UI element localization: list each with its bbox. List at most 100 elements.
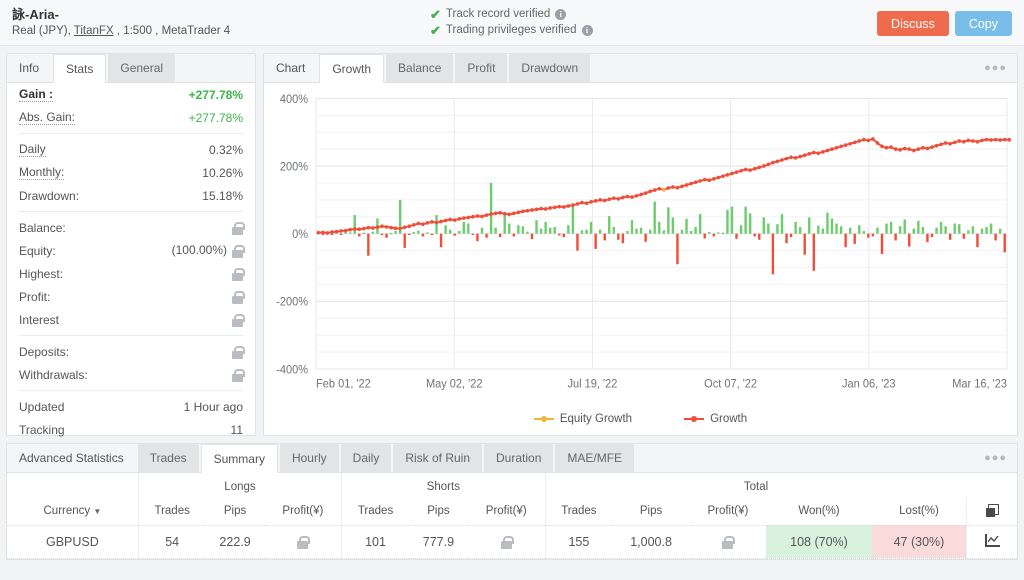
col-actions xyxy=(967,497,1018,525)
tab-drawdown[interactable]: Drawdown xyxy=(509,54,590,82)
group-header-blank xyxy=(7,473,138,497)
col-shorts-profit[interactable]: Profit(¥) xyxy=(468,497,545,525)
stats-list: Gain :+277.78%Abs. Gain:+277.78%Daily0.3… xyxy=(7,83,255,441)
stat-label: Interest xyxy=(19,313,59,327)
table-column-header-row: Currency ▼ Trades Pips Profit(¥) Trades … xyxy=(7,497,1017,525)
lock-icon xyxy=(232,314,243,327)
copy-layers-icon[interactable] xyxy=(986,504,999,517)
tab-stats[interactable]: Stats xyxy=(53,54,106,83)
table-group-header-row: Longs Shorts Total xyxy=(7,473,1017,497)
tab-summary[interactable]: Summary xyxy=(201,444,278,473)
stat-label: Tracking xyxy=(19,423,65,437)
lock-icon xyxy=(232,245,243,258)
legend-label: Equity Growth xyxy=(560,413,632,425)
group-header-shorts: Shorts xyxy=(342,473,545,497)
svg-text:400%: 400% xyxy=(280,93,308,106)
col-total-profit[interactable]: Profit(¥) xyxy=(690,497,766,525)
svg-text:Jul 19, '22: Jul 19, '22 xyxy=(568,378,618,391)
cell-actions xyxy=(967,525,1018,558)
lock-icon xyxy=(232,222,243,235)
stats-divider xyxy=(19,133,243,134)
more-options-icon[interactable]: ●●● xyxy=(984,63,1007,73)
info-icon[interactable]: i xyxy=(582,25,593,36)
stat-value xyxy=(232,220,243,234)
tab-chart[interactable]: Chart xyxy=(264,54,317,82)
stat-row: Balance: xyxy=(19,216,243,239)
info-icon[interactable]: i xyxy=(555,9,566,20)
cell-total-profit xyxy=(690,525,766,558)
col-total-pips[interactable]: Pips xyxy=(612,497,690,525)
stat-value xyxy=(232,344,243,358)
line-chart-icon[interactable] xyxy=(985,534,1000,547)
tab-trades[interactable]: Trades xyxy=(138,444,199,472)
tab-daily[interactable]: Daily xyxy=(341,444,392,472)
svg-text:May 02, '22: May 02, '22 xyxy=(426,378,483,391)
stat-value xyxy=(232,289,243,303)
stat-label[interactable]: Daily xyxy=(19,142,46,157)
col-total-trades[interactable]: Trades xyxy=(545,497,612,525)
verification-block: ✔ Track record verified i ✔ Trading priv… xyxy=(430,8,730,37)
stat-label[interactable]: Abs. Gain: xyxy=(19,110,75,125)
svg-text:-400%: -400% xyxy=(276,364,308,377)
stat-label: Drawdown: xyxy=(19,189,79,203)
col-won[interactable]: Won(%) xyxy=(766,497,872,525)
copy-button[interactable]: Copy xyxy=(955,11,1012,36)
lock-icon xyxy=(297,536,308,549)
tab-advanced-statistics[interactable]: Advanced Statistics xyxy=(7,444,136,472)
tab-profit[interactable]: Profit xyxy=(455,54,507,82)
legend-marker-growth xyxy=(684,414,704,424)
legend-marker-equity-growth xyxy=(534,414,554,424)
lock-icon xyxy=(232,369,243,382)
svg-text:Feb 01, '22: Feb 01, '22 xyxy=(316,378,371,391)
sort-caret-icon: ▼ xyxy=(93,507,101,516)
account-type: Real (JPY), xyxy=(12,25,74,37)
col-longs-pips[interactable]: Pips xyxy=(206,497,265,525)
stat-value: 10.26% xyxy=(202,166,243,180)
stat-value: 1 Hour ago xyxy=(184,400,243,414)
stats-divider xyxy=(19,211,243,212)
col-lost[interactable]: Lost(%) xyxy=(872,497,967,525)
tab-growth[interactable]: Growth xyxy=(319,54,384,83)
tab-balance[interactable]: Balance xyxy=(386,54,453,82)
lock-icon xyxy=(232,291,243,304)
tab-mae-mfe[interactable]: MAE/MFE xyxy=(555,444,634,472)
stat-row: Drawdown:15.18% xyxy=(19,184,243,207)
page-header: 詠-Aria- Real (JPY), TitanFX , 1:500 , Me… xyxy=(0,0,1024,46)
check-icon: ✔ xyxy=(430,8,441,21)
col-shorts-trades[interactable]: Trades xyxy=(342,497,409,525)
more-options-icon[interactable]: ●●● xyxy=(984,453,1007,463)
svg-text:Oct 07, '22: Oct 07, '22 xyxy=(704,378,757,391)
lock-icon xyxy=(722,536,733,549)
cell-total-pips: 1,000.8 xyxy=(612,525,690,558)
legend-item-equity-growth[interactable]: Equity Growth xyxy=(534,413,632,425)
col-longs-trades[interactable]: Trades xyxy=(138,497,205,525)
col-shorts-pips[interactable]: Pips xyxy=(409,497,468,525)
discuss-button[interactable]: Discuss xyxy=(877,11,949,36)
stat-label[interactable]: Monthly: xyxy=(19,165,64,180)
tab-duration[interactable]: Duration xyxy=(484,444,553,472)
tab-general[interactable]: General xyxy=(108,54,175,82)
growth-chart-svg: 400%200%0%-200%-400%Feb 01, '22May 02, '… xyxy=(264,83,1017,413)
stat-label[interactable]: Gain : xyxy=(19,87,53,102)
cell-lost: 47 (30%) xyxy=(872,525,967,558)
col-label: Currency xyxy=(44,505,91,517)
tab-info[interactable]: Info xyxy=(7,54,51,82)
account-meta: Real (JPY), TitanFX , 1:500 , MetaTrader… xyxy=(12,24,430,38)
lock-icon xyxy=(232,346,243,359)
tab-risk-of-ruin[interactable]: Risk of Ruin xyxy=(393,444,482,472)
broker-link[interactable]: TitanFX xyxy=(74,25,114,37)
stat-value: 0.32% xyxy=(209,143,243,157)
legend-item-growth[interactable]: Growth xyxy=(684,413,747,425)
col-longs-profit[interactable]: Profit(¥) xyxy=(265,497,342,525)
account-name: 詠-Aria- xyxy=(12,7,430,22)
verification-track-record: ✔ Track record verified i xyxy=(430,8,730,21)
stat-row: Tracking11 xyxy=(19,418,243,441)
stat-value xyxy=(232,266,243,280)
account-block: 詠-Aria- Real (JPY), TitanFX , 1:500 , Me… xyxy=(0,7,430,38)
tab-hourly[interactable]: Hourly xyxy=(280,444,339,472)
cell-longs-profit xyxy=(265,525,342,558)
col-currency[interactable]: Currency ▼ xyxy=(7,497,138,525)
stat-value xyxy=(232,367,243,381)
stat-label: Profit: xyxy=(19,290,50,304)
stat-label: Deposits: xyxy=(19,345,69,359)
